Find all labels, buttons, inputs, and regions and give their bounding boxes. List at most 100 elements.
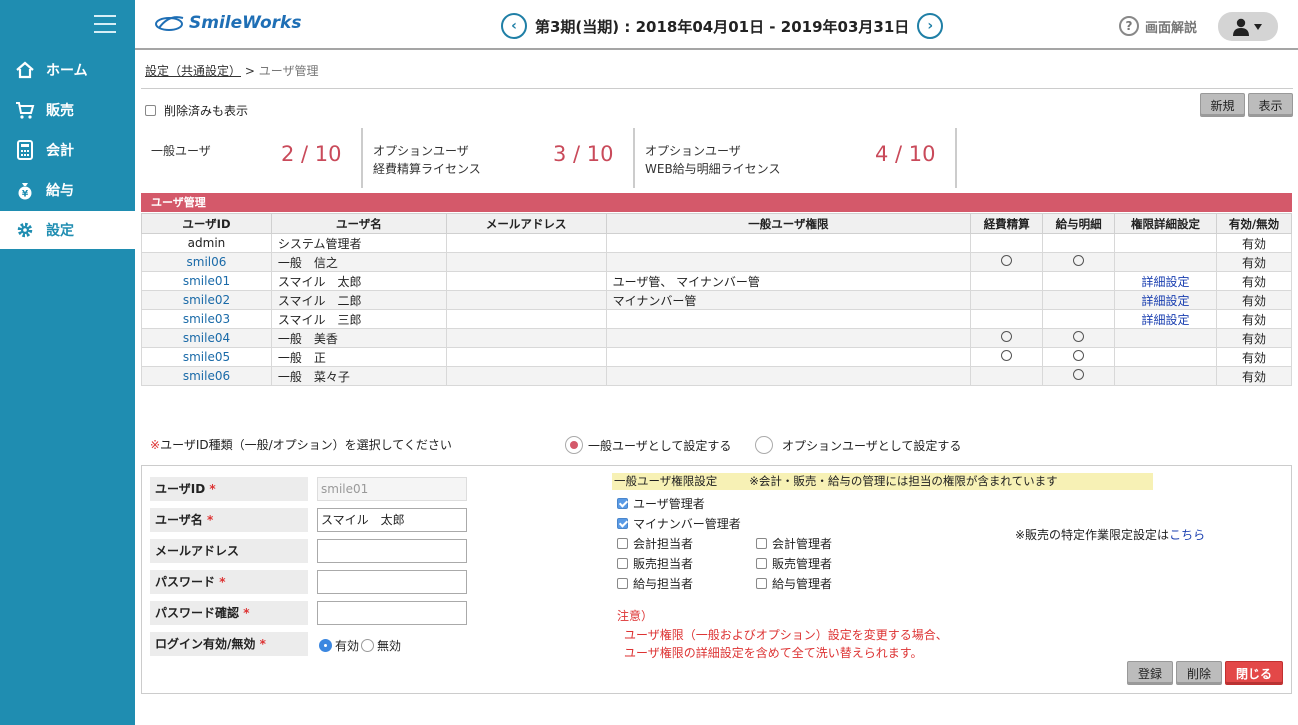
email-cell [445,252,607,272]
show-deleted-label: 削除済みも表示 [164,104,249,118]
enabled-circle-mark [1073,331,1085,342]
previous-period-button[interactable]: ‹ [501,13,527,39]
detail-settings-link[interactable]: 詳細設定 [1114,309,1217,329]
column-header[interactable]: 経費精算 [970,213,1044,234]
table-row[interactable]: smile04 一般 美香 有効 [141,328,1292,348]
user-menu-button[interactable] [1218,12,1278,41]
table-row[interactable]: smile06 一般 菜々子 有効 [141,366,1292,386]
sidebar-item-accounting[interactable]: 会計 [0,131,135,169]
show-button[interactable]: 表示 [1248,93,1293,117]
table-row[interactable]: smile05 一般 正 有効 [141,347,1292,367]
column-header[interactable]: 有効/無効 [1216,213,1292,234]
table-row[interactable]: admin システム管理者 有効 [141,233,1292,253]
sales-restriction-link[interactable]: こちら [1169,528,1205,542]
detail-settings-link[interactable]: 詳細設定 [1114,290,1217,310]
checkbox-box[interactable] [617,538,628,549]
perm-payroll-admin[interactable]: 給与管理者 [756,575,832,592]
checkbox-box[interactable] [145,105,156,116]
expense-cell [970,366,1044,386]
column-header[interactable]: ユーザ名 [270,213,447,234]
radio-button[interactable] [755,436,773,454]
email-cell [445,347,607,367]
column-header[interactable]: 一般ユーザ権限 [605,213,972,234]
user-name-cell: システム管理者 [270,233,447,253]
sidebar-item-settings[interactable]: 設定 [0,211,135,249]
user-id-link[interactable]: smil06 [141,252,272,272]
table-row[interactable]: smile02 スマイル 二郎 マイナンバー管 詳細設定 有効 [141,290,1292,310]
label-text: パスワード確認 [155,606,240,620]
perm-accounting-staff[interactable]: 会計担当者 [617,535,693,552]
show-deleted-checkbox[interactable]: 削除済みも表示 [145,102,248,119]
register-button[interactable]: 登録 [1127,661,1173,685]
checkbox-box[interactable] [617,558,628,569]
user-id-link[interactable]: smile02 [141,290,272,310]
perm-sales-staff[interactable]: 販売担当者 [617,555,693,572]
warning-line-1: ユーザ権限（一般およびオプション）設定を変更する場合、 [624,628,948,642]
required-mark: * [219,575,226,589]
sidebar-item-label: 給与 [46,183,74,199]
table-row[interactable]: smil06 一般 信之 有効 [141,252,1292,272]
license-expense: オプションユーザ 経費精算ライセンス 3 / 10 [363,128,635,188]
close-button[interactable]: 閉じる [1225,661,1283,685]
permissions-title: 一般ユーザ権限設定 [614,474,718,488]
column-header[interactable]: メールアドレス [445,213,607,234]
breadcrumb-current: ユーザ管理 [258,64,319,78]
perm-user-admin[interactable]: ユーザ管理者 [617,495,705,512]
user-id-link[interactable]: smile05 [141,347,272,367]
general-user-radio[interactable]: 一般ユーザとして設定する [565,436,731,454]
user-id-link[interactable]: smile06 [141,366,272,386]
user-id-link[interactable]: smile03 [141,309,272,329]
password-input[interactable] [317,570,467,594]
option-user-radio[interactable]: オプションユーザとして設定する [755,436,961,454]
perm-sales-admin[interactable]: 販売管理者 [756,555,832,572]
password-confirm-input[interactable] [317,601,467,625]
detail-settings-link[interactable]: 詳細設定 [1114,271,1217,291]
perm-payroll-staff[interactable]: 給与担当者 [617,575,693,592]
checkbox-box[interactable] [617,578,628,589]
new-button[interactable]: 新規 [1200,93,1245,117]
perm-accounting-admin[interactable]: 会計管理者 [756,535,832,552]
chevron-left-icon: ‹ [511,18,517,34]
license-count: 2 / 10 [281,142,342,166]
disabled-radio[interactable] [361,639,375,652]
help-button[interactable]: ? 画面解説 [1119,16,1197,36]
divider [141,88,1293,89]
radio-button[interactable] [565,436,583,454]
sidebar-item-payroll[interactable]: ¥ 給与 [0,171,135,209]
delete-button[interactable]: 削除 [1176,661,1222,685]
checkbox-box[interactable] [617,498,628,509]
table-row[interactable]: smile03 スマイル 三郎 詳細設定 有効 [141,309,1292,329]
enabled-circle-mark [1073,255,1085,266]
sidebar-item-label: 設定 [46,223,74,239]
sidebar-item-home[interactable]: ホーム [0,51,135,89]
user-id-link[interactable]: smile04 [141,328,272,348]
checkbox-box[interactable] [756,578,767,589]
help-label: 画面解説 [1145,20,1198,36]
column-header[interactable]: 権限詳細設定 [1114,213,1217,234]
checkbox-box[interactable] [756,538,767,549]
menu-icon[interactable] [94,15,116,33]
status-cell: 有効 [1216,309,1292,329]
enabled-label: 有効 [335,639,360,653]
checkbox-box[interactable] [756,558,767,569]
column-header[interactable]: 給与明細 [1042,213,1116,234]
type-instruction: ※ユーザID種類（一般/オプション）を選択してください [150,436,452,453]
general-permission-cell [605,347,972,367]
perm-label: 会計管理者 [772,537,833,551]
required-mark: * [206,513,214,527]
next-period-button[interactable]: › [917,13,944,39]
breadcrumb-parent-link[interactable]: 設定（共通設定） [145,64,241,78]
sidebar-item-sales[interactable]: 販売 [0,91,135,129]
perm-label: 給与担当者 [633,577,694,591]
email-input[interactable] [317,539,467,563]
user-id-link[interactable]: smile01 [141,271,272,291]
license-label: オプションユーザ [645,144,741,158]
payslip-cell [1042,309,1116,329]
table-row[interactable]: smile01 スマイル 太郎 ユーザ管、 マイナンバー管 詳細設定 有効 [141,271,1292,291]
column-header[interactable]: ユーザID [141,213,272,234]
enabled-radio[interactable] [319,639,332,652]
checkbox-box[interactable] [617,518,628,529]
breadcrumb: 設定（共通設定） > ユーザ管理 [145,62,318,79]
perm-mynumber-admin[interactable]: マイナンバー管理者 [617,515,741,532]
username-input[interactable]: スマイル 太郎 [317,508,467,532]
